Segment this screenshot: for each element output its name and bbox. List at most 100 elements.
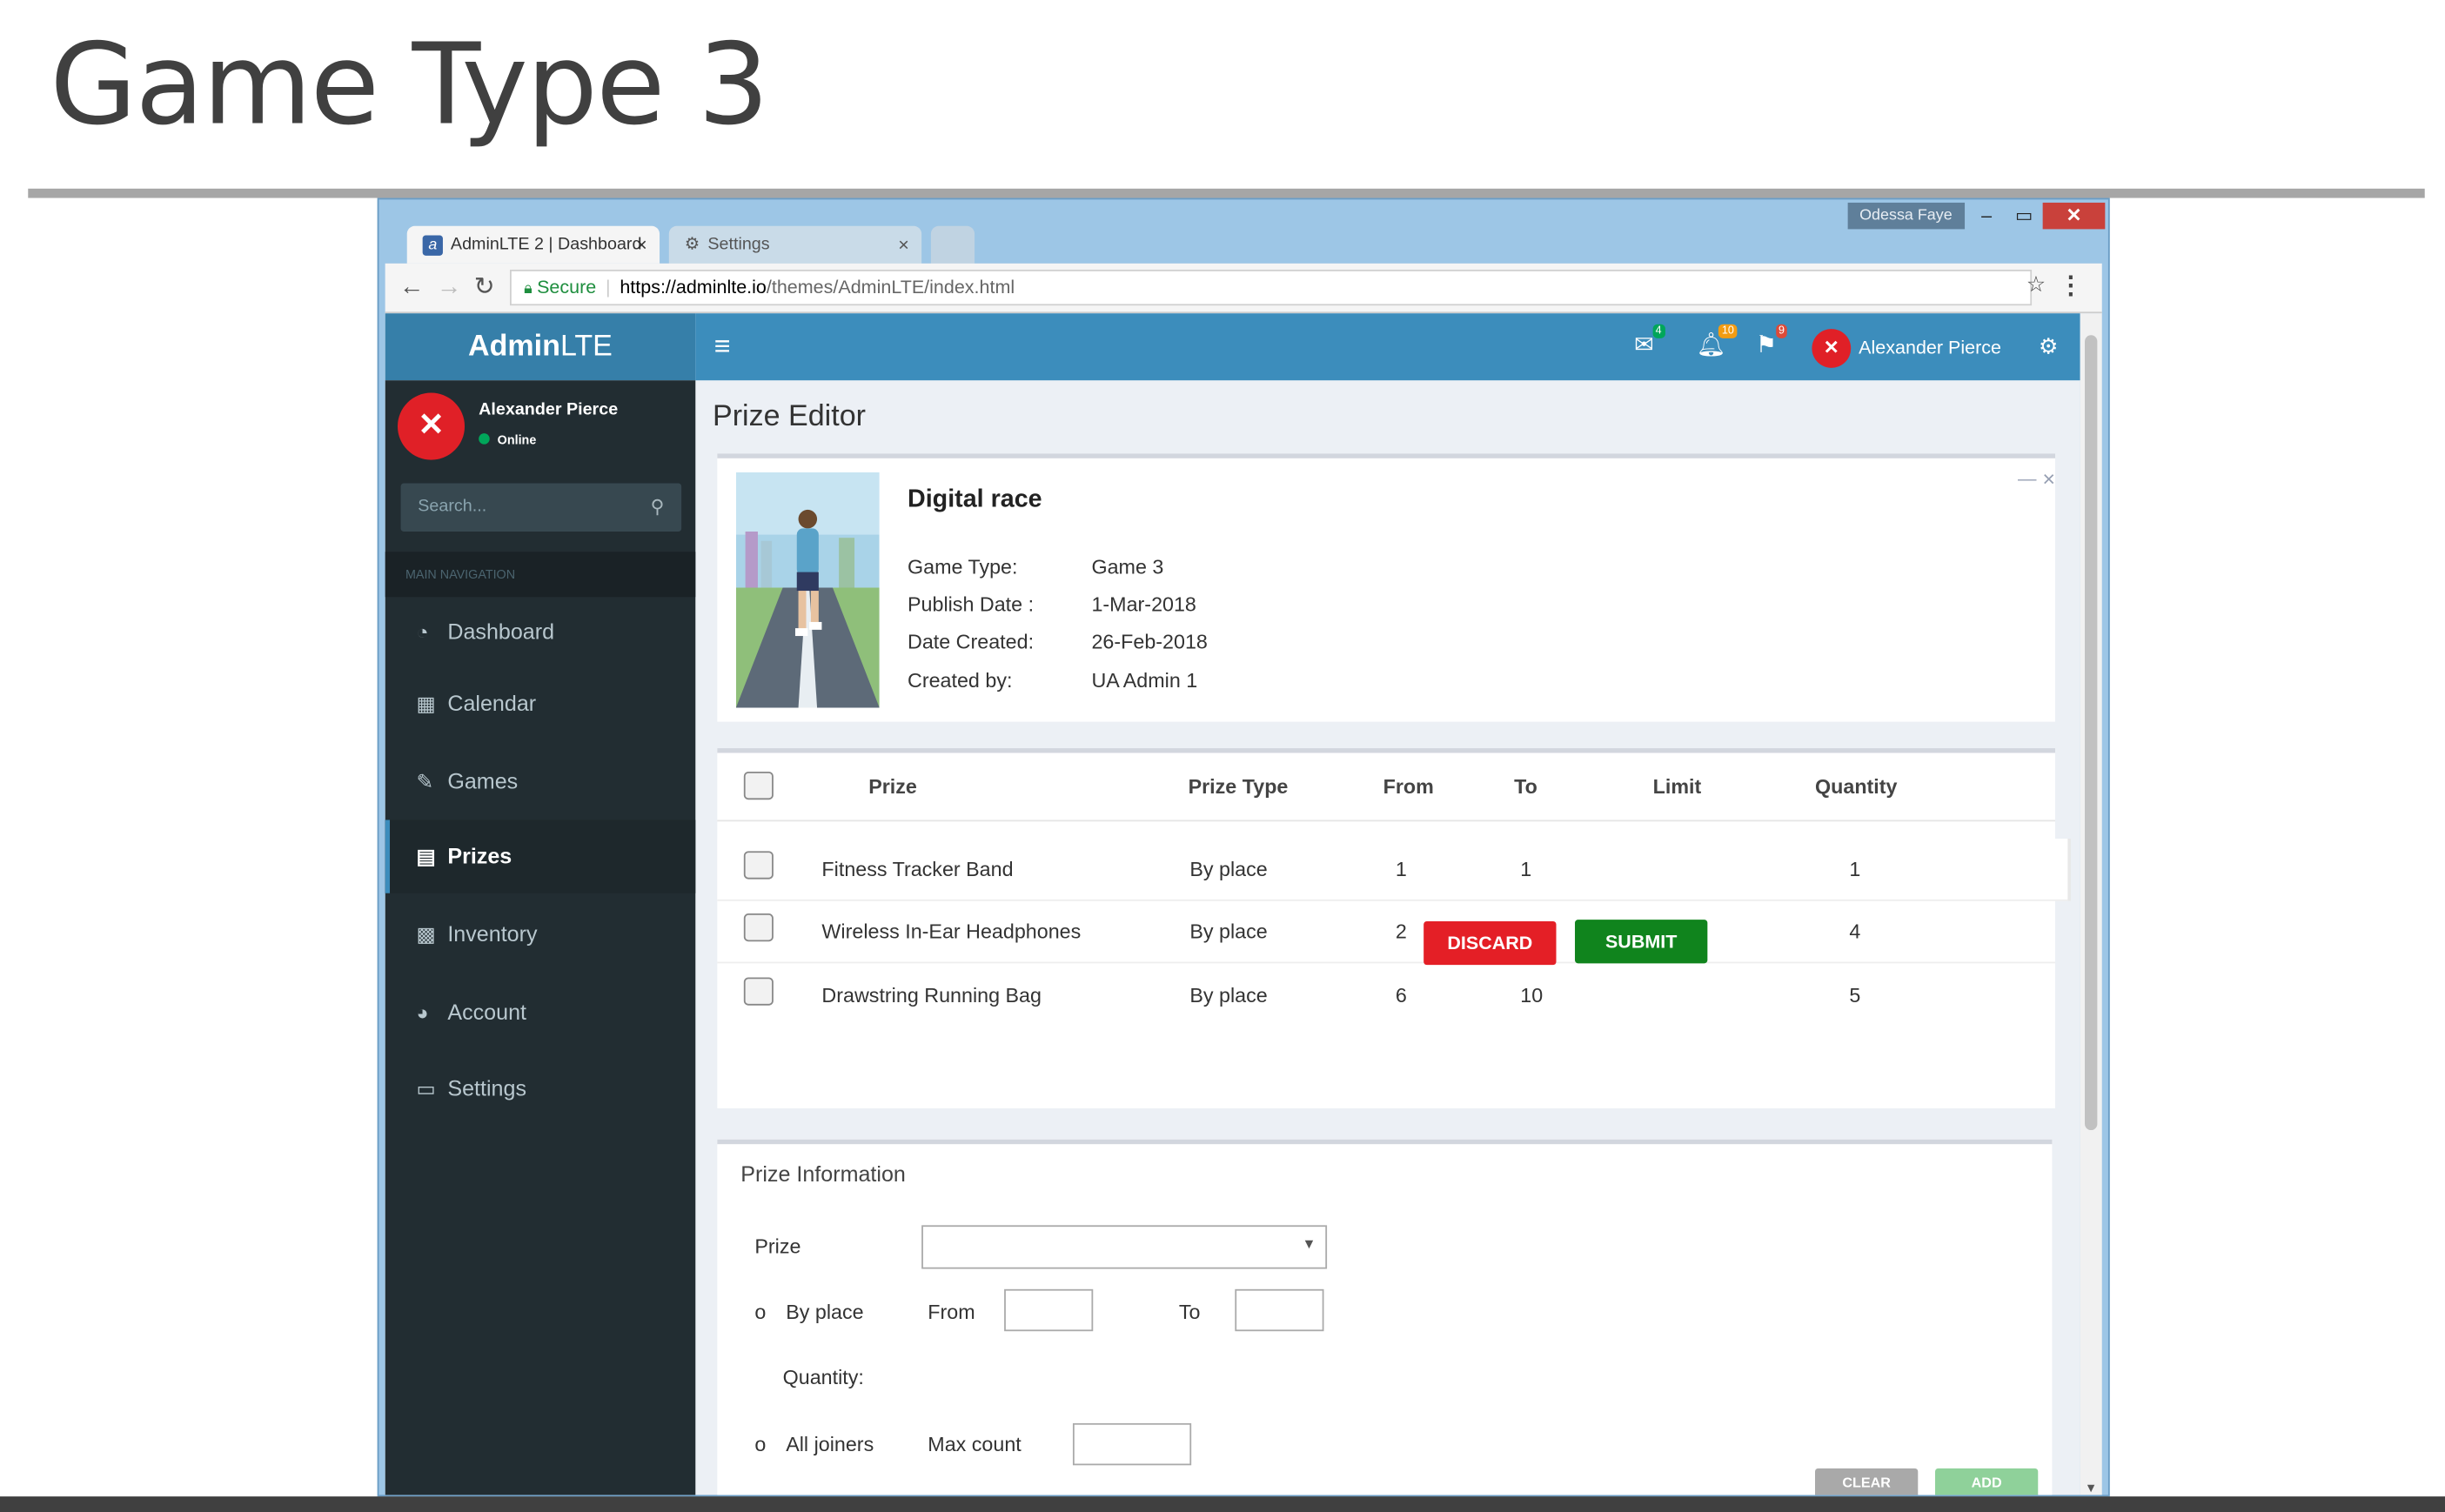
sidebar-toggle-icon[interactable]: ≡ bbox=[714, 332, 731, 360]
bottom-band bbox=[0, 1496, 2445, 1512]
calendar-icon: ▦ bbox=[416, 692, 436, 716]
tab-dashboard[interactable]: a AdminLTE 2 | Dashboard × bbox=[406, 225, 660, 264]
table-row[interactable]: Fitness Tracker Band By place 1 1 1 bbox=[717, 838, 2068, 901]
sidebar-item-label: Settings bbox=[447, 1075, 527, 1101]
url-domain: https://adminlte.io bbox=[620, 276, 767, 298]
all-joiners-bullet[interactable]: o bbox=[754, 1433, 766, 1456]
bookmark-star-icon[interactable]: ☆ bbox=[2026, 271, 2046, 298]
column-header-quantity: Quantity bbox=[1815, 774, 1898, 799]
sidebar-item-label: Inventory bbox=[447, 920, 538, 947]
date-created-value: 26-Feb-2018 bbox=[1091, 629, 1208, 653]
prize-cell: Fitness Tracker Band bbox=[821, 857, 1014, 881]
forward-arrow-icon[interactable]: → bbox=[437, 273, 462, 304]
sidebar: ✕ Alexander Pierce Online Search... ⚲ MA… bbox=[385, 380, 696, 1495]
sidebar-item-calendar[interactable]: ▦ Calendar bbox=[385, 667, 696, 740]
submit-button[interactable]: SUBMIT bbox=[1575, 920, 1708, 964]
sidebar-item-settings[interactable]: ▭ Settings bbox=[385, 1052, 696, 1125]
sidebar-item-inventory[interactable]: ▩ Inventory bbox=[385, 898, 696, 971]
avatar: ✕ bbox=[397, 392, 466, 460]
sidebar-item-label: Prizes bbox=[447, 843, 512, 869]
sidebar-item-games[interactable]: ✎ Games bbox=[385, 745, 696, 818]
sidebar-item-label: Dashboard bbox=[447, 619, 555, 645]
reload-icon[interactable]: ↻ bbox=[474, 273, 495, 304]
page-scrollbar[interactable]: ▼ bbox=[2080, 313, 2102, 1495]
sidebar-search-input[interactable]: Search... ⚲ bbox=[400, 483, 682, 532]
date-created-label: Date Created: bbox=[908, 629, 1035, 653]
table-row[interactable]: Drawstring Running Bag By place 6 10 5 bbox=[717, 965, 2055, 1027]
envelope-icon[interactable]: ✉ 4 bbox=[1634, 324, 1665, 358]
row-checkbox[interactable] bbox=[743, 977, 774, 1006]
created-by-value: UA Admin 1 bbox=[1091, 668, 1198, 692]
clear-button[interactable]: CLEAR bbox=[1815, 1468, 1919, 1495]
to-input[interactable] bbox=[1235, 1288, 1324, 1332]
table-row[interactable]: Wireless In-Ear Headphones By place 2 5 … bbox=[717, 901, 2055, 964]
tab-label: AdminLTE 2 | Dashboard bbox=[450, 235, 642, 255]
tab-close-icon[interactable]: × bbox=[898, 226, 909, 264]
discard-button[interactable]: DISCARD bbox=[1423, 920, 1557, 966]
maximize-button[interactable]: ▭ bbox=[2006, 203, 2043, 229]
scrollbar-thumb[interactable] bbox=[2085, 335, 2098, 1131]
url-path: /themes/AdminLTE/index.html bbox=[766, 276, 1015, 298]
gear-icon: ⚙ bbox=[684, 235, 700, 255]
status-dot-icon bbox=[479, 433, 490, 445]
window-user-label: Odessa Faye bbox=[1846, 202, 1966, 230]
quantity-cell: 5 bbox=[1849, 983, 1861, 1007]
sidebar-item-dashboard[interactable]: ◔ Dashboard bbox=[385, 595, 696, 668]
game-type-value: Game 3 bbox=[1091, 554, 1164, 579]
collapse-icon[interactable]: — bbox=[2018, 468, 2037, 490]
from-cell: 6 bbox=[1395, 983, 1407, 1007]
search-icon[interactable]: ⚲ bbox=[651, 483, 665, 532]
by-place-bullet[interactable]: o bbox=[754, 1300, 766, 1323]
sidebar-item-prizes[interactable]: ▤ Prizes bbox=[385, 820, 696, 893]
address-bar: ← → ↻ 🔒︎ Secure | https://adminlte.io/theme… bbox=[385, 263, 2102, 314]
dashboard-icon: ◔ bbox=[416, 620, 429, 645]
row-checkbox[interactable] bbox=[743, 851, 774, 880]
grid-icon: ▩ bbox=[416, 922, 436, 947]
navbar-user-menu[interactable]: ✕ Alexander Pierce bbox=[1812, 325, 2001, 369]
back-arrow-icon[interactable]: ← bbox=[399, 273, 425, 304]
bell-icon[interactable]: 🔔︎ 10 bbox=[1697, 324, 1738, 358]
sidebar-item-label: Calendar bbox=[447, 690, 537, 716]
quantity-cell: 1 bbox=[1849, 857, 1861, 881]
column-header-limit: Limit bbox=[1652, 774, 1702, 799]
game-info-box: — × Digital race Game Type: Game 3 Publi… bbox=[717, 453, 2055, 722]
app-logo[interactable]: AdminLTE bbox=[385, 313, 696, 381]
url-field[interactable]: 🔒︎ Secure | https://adminlte.io/themes/Admi… bbox=[510, 269, 2033, 306]
table-icon: ▤ bbox=[416, 845, 436, 869]
notification-badge: 10 bbox=[1718, 324, 1738, 338]
slide-divider bbox=[28, 188, 2425, 198]
select-all-checkbox[interactable] bbox=[743, 771, 774, 800]
column-header-prize: Prize bbox=[868, 774, 917, 799]
close-icon[interactable]: × bbox=[2042, 466, 2055, 492]
browser-menu-icon[interactable]: ⋮ bbox=[2059, 270, 2084, 301]
mail-badge: 4 bbox=[1652, 324, 1665, 338]
gears-icon[interactable]: ⚙ bbox=[2039, 333, 2059, 359]
minimize-button[interactable]: – bbox=[1968, 203, 2006, 229]
from-input[interactable] bbox=[1004, 1288, 1094, 1332]
tab-close-icon[interactable]: × bbox=[636, 226, 647, 264]
created-by-label: Created by: bbox=[908, 668, 1013, 692]
tab-settings[interactable]: ⚙ Settings × bbox=[668, 225, 922, 264]
scroll-down-arrow-icon[interactable]: ▼ bbox=[2085, 1481, 2097, 1495]
sidebar-item-account[interactable]: ◕ Account bbox=[385, 976, 696, 1049]
table-header-divider bbox=[717, 820, 2055, 822]
runner-illustration-icon bbox=[735, 472, 880, 708]
window-close-button[interactable]: ✕ bbox=[2042, 202, 2106, 230]
row-checkbox[interactable] bbox=[743, 913, 774, 942]
sidebar-item-label: Account bbox=[447, 999, 527, 1025]
lock-icon: 🔒︎ bbox=[524, 280, 533, 298]
game-thumbnail bbox=[735, 472, 880, 708]
all-joiners-label: All joiners bbox=[786, 1432, 874, 1456]
flag-icon[interactable]: ⚑ 9 bbox=[1756, 324, 1788, 358]
quantity-cell: 4 bbox=[1849, 920, 1861, 944]
by-place-label: By place bbox=[786, 1300, 864, 1324]
to-cell: 1 bbox=[1520, 857, 1532, 881]
new-tab-button[interactable] bbox=[930, 225, 975, 264]
logo-light: LTE bbox=[559, 330, 613, 364]
add-button[interactable]: ADD bbox=[1934, 1468, 2039, 1495]
max-count-input[interactable] bbox=[1072, 1422, 1192, 1466]
quantity-label: Quantity: bbox=[782, 1365, 864, 1389]
game-type-label: Game Type: bbox=[908, 554, 1018, 579]
browser-window: Odessa Faye – ▭ ✕ a AdminLTE 2 | Dashboar… bbox=[377, 197, 2110, 1497]
prize-select[interactable]: ▼ bbox=[921, 1225, 1328, 1269]
